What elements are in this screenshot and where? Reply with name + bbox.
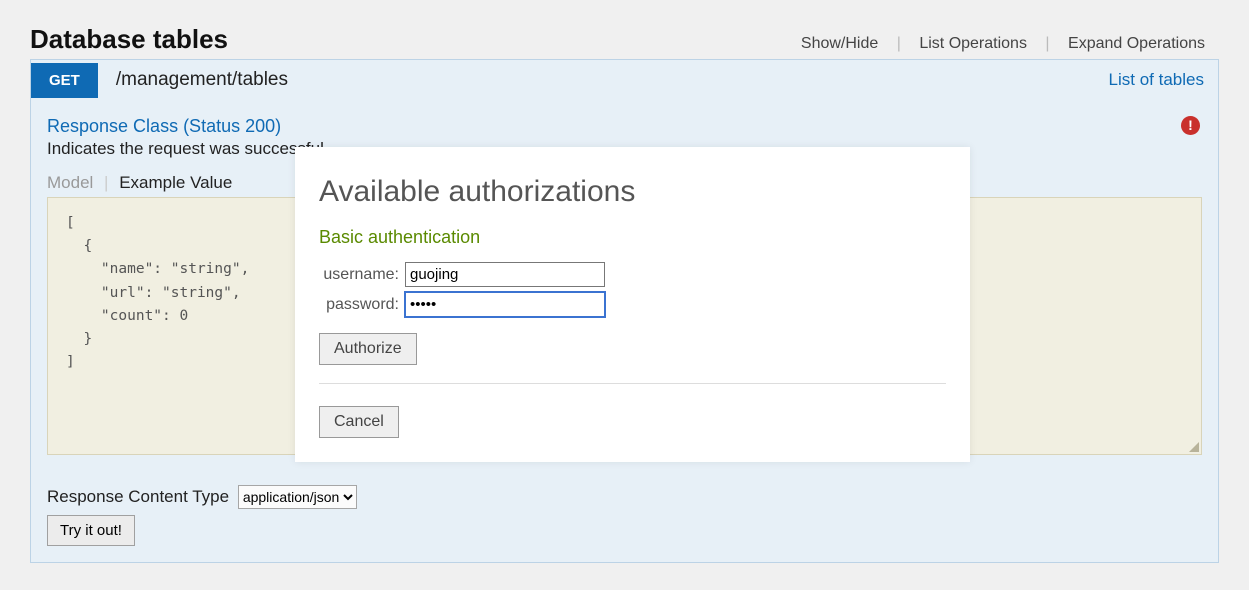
separator: | xyxy=(897,35,901,52)
authorize-button[interactable]: Authorize xyxy=(319,333,417,365)
resize-handle-icon[interactable] xyxy=(1189,442,1199,452)
cancel-button[interactable]: Cancel xyxy=(319,406,399,438)
http-method-badge: GET xyxy=(31,63,98,98)
username-label: username: xyxy=(319,266,399,284)
alert-icon[interactable]: ! xyxy=(1181,116,1200,135)
try-it-out-button[interactable]: Try it out! xyxy=(47,515,135,546)
username-input[interactable] xyxy=(405,262,605,287)
response-content-type-select[interactable]: application/json xyxy=(238,485,357,509)
link-show-hide[interactable]: Show/Hide xyxy=(787,35,892,52)
operation-header[interactable]: GET /management/tables List of tables xyxy=(31,60,1218,100)
link-list-operations[interactable]: List Operations xyxy=(905,35,1041,52)
tab-model[interactable]: Model xyxy=(47,173,93,192)
modal-title: Available authorizations xyxy=(319,175,946,209)
password-input[interactable] xyxy=(405,292,605,317)
tab-example-value[interactable]: Example Value xyxy=(119,173,232,192)
password-label: password: xyxy=(319,296,399,314)
response-class-heading[interactable]: Response Class (Status 200) xyxy=(47,116,1202,137)
endpoint-path: /management/tables xyxy=(116,69,1109,91)
divider xyxy=(319,383,946,384)
authorizations-modal: Available authorizations Basic authentic… xyxy=(295,147,970,462)
link-expand-operations[interactable]: Expand Operations xyxy=(1054,35,1219,52)
modal-subtitle: Basic authentication xyxy=(319,227,946,248)
separator: | xyxy=(104,173,108,192)
page-title: Database tables xyxy=(30,24,228,55)
separator: | xyxy=(1045,35,1049,52)
operation-summary-link[interactable]: List of tables xyxy=(1109,70,1204,90)
response-content-type-label: Response Content Type xyxy=(47,487,229,506)
header-links: Show/Hide | List Operations | Expand Ope… xyxy=(787,35,1219,53)
